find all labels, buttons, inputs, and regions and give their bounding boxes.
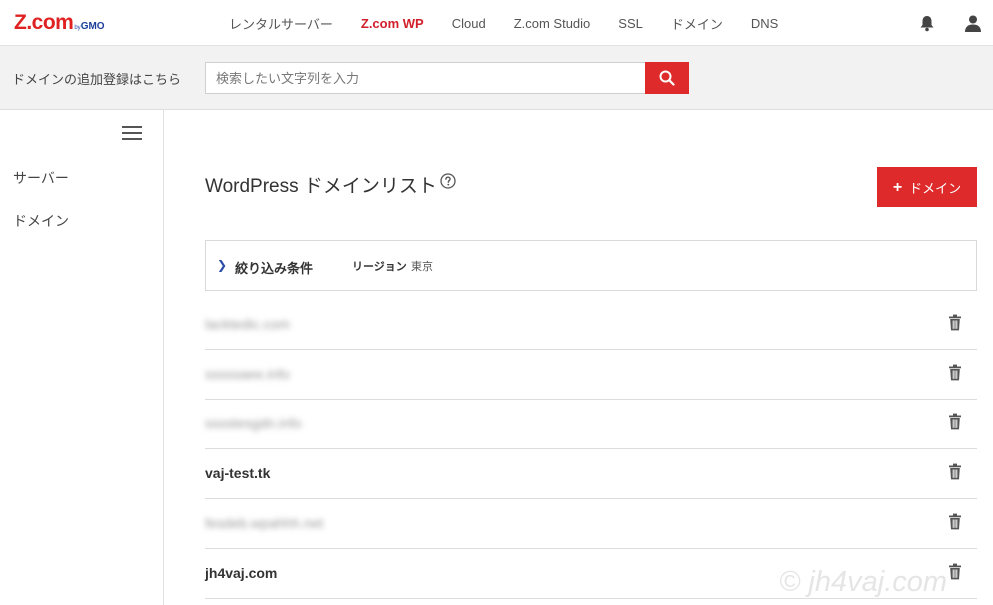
filter-region-key: リージョン <box>352 261 407 273</box>
filter-label: 絞り込み条件 <box>235 261 314 276</box>
trash-icon[interactable] <box>948 513 962 530</box>
domain-row[interactable]: sssstesgdn.info <box>205 400 977 450</box>
domain-row[interactable]: fesdeb.wpahhh.net <box>205 500 977 549</box>
bell-icon[interactable] <box>918 14 936 32</box>
sidebar-item-domain[interactable]: ドメイン <box>13 211 69 231</box>
filter-region-value: 東京 <box>411 261 433 273</box>
nav-item-ssl[interactable]: SSL <box>618 16 643 31</box>
add-domain-label: ドメイン <box>909 180 962 196</box>
domain-search-band: ドメインの追加登録はこちら <box>0 46 993 110</box>
domain-name[interactable]: fesdeb.wpahhh.net <box>205 515 323 531</box>
zcom-logo[interactable]: Z.com by GMO <box>14 11 105 33</box>
logo-gmo: GMO <box>80 21 105 32</box>
chevron-right-icon: ❯ <box>217 258 228 272</box>
nav-item-zcom-wp[interactable]: Z.com WP <box>361 16 424 31</box>
help-icon[interactable] <box>440 173 456 189</box>
trash-icon[interactable] <box>948 364 962 381</box>
main-nav: レンタルサーバー Z.com WP Cloud Z.com Studio SSL… <box>229 0 806 46</box>
domain-name[interactable]: sssstesgdn.info <box>205 415 302 431</box>
trash-icon[interactable] <box>948 314 962 331</box>
domain-row[interactable]: sssssaee.info <box>205 351 977 400</box>
search-button[interactable] <box>645 62 689 94</box>
domain-name[interactable]: vaj-test.tk <box>205 465 270 481</box>
search-icon <box>659 70 675 86</box>
domain-row[interactable]: lacktedic.com <box>205 301 977 350</box>
logo-wordmark: Z.com <box>14 11 74 34</box>
page-title: WordPress ドメインリスト <box>205 176 437 197</box>
sidebar: サーバー ドメイン <box>0 110 164 605</box>
nav-item-domain[interactable]: ドメイン <box>671 14 723 33</box>
nav-item-rental-server[interactable]: レンタルサーバー <box>229 14 333 33</box>
sidebar-item-server[interactable]: サーバー <box>13 168 69 188</box>
nav-item-cloud[interactable]: Cloud <box>452 16 486 31</box>
domain-register-label: ドメインの追加登録はこちら <box>12 72 182 87</box>
trash-icon[interactable] <box>948 413 962 430</box>
hamburger-menu-icon[interactable] <box>122 126 144 140</box>
plus-icon: + <box>892 178 903 196</box>
nav-item-dns[interactable]: DNS <box>751 16 778 31</box>
domain-search-input[interactable] <box>205 62 646 94</box>
watermark: © jh4vaj.com <box>779 566 948 598</box>
filter-panel[interactable]: ❯ 絞り込み条件 リージョン 東京 <box>205 240 977 291</box>
domain-name[interactable]: jh4vaj.com <box>205 565 277 581</box>
add-domain-button[interactable]: + ドメイン <box>877 167 977 207</box>
user-icon[interactable] <box>964 14 982 32</box>
domain-name[interactable]: sssssaee.info <box>205 366 290 382</box>
nav-item-zcom-studio[interactable]: Z.com Studio <box>514 16 591 31</box>
trash-icon[interactable] <box>948 463 962 480</box>
domain-row[interactable]: vaj-test.tk <box>205 450 977 500</box>
top-navigation-bar: Z.com by GMO レンタルサーバー Z.com WP Cloud Z.c… <box>0 0 993 46</box>
trash-icon[interactable] <box>948 563 962 580</box>
domain-name[interactable]: lacktedic.com <box>205 316 290 332</box>
